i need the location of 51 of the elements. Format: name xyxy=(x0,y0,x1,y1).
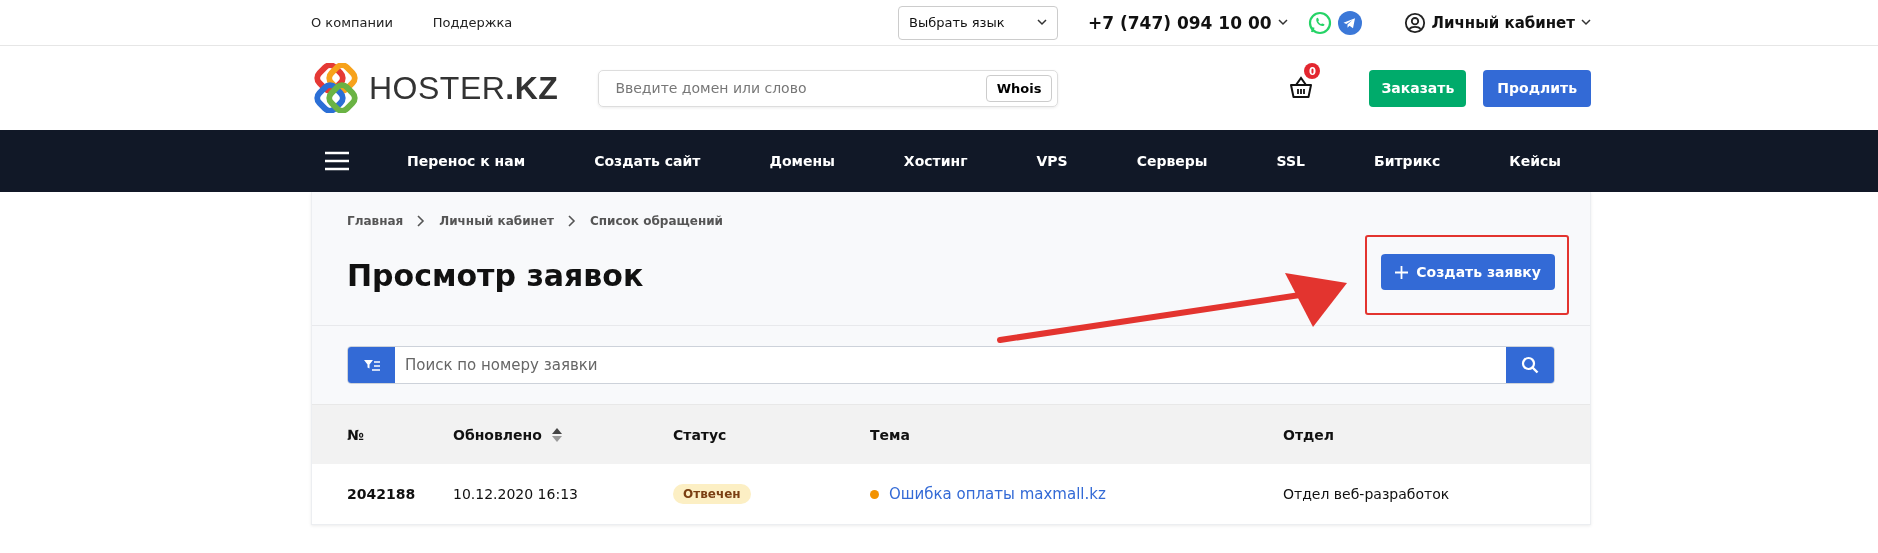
search-button[interactable] xyxy=(1506,347,1554,383)
nav-link[interactable]: Создать сайт xyxy=(594,153,701,169)
column-header: № xyxy=(347,426,364,443)
cart-count: 0 xyxy=(1304,63,1321,79)
phone-number[interactable]: +7 (747) 094 10 00 xyxy=(1087,12,1288,33)
table-cell-text: 10.12.2020 16:13 xyxy=(453,486,579,502)
nav-link[interactable]: Перенос к нам xyxy=(407,153,526,169)
table-cell-text: Отдел веб-разработок xyxy=(1283,486,1451,502)
language-select[interactable]: Выбрать язык xyxy=(897,5,1058,40)
menu-icon[interactable] xyxy=(325,151,349,171)
renew-button[interactable]: Продлить xyxy=(1483,69,1591,107)
column-header: Статус xyxy=(673,426,727,443)
breadcrumb-link[interactable]: Главная xyxy=(347,214,404,228)
table-row[interactable]: 2042188 10.12.2020 16:13 Отвечен Ошибка оплаты maxmall.kz Отдел веб-разработок xyxy=(312,464,1590,524)
chevron-icon xyxy=(417,215,426,227)
caret-icon xyxy=(1277,19,1288,26)
search-icon xyxy=(1521,356,1539,374)
nav-link[interactable]: VPS xyxy=(1036,153,1068,169)
caret-icon xyxy=(1036,19,1047,26)
create-request-button[interactable]: Создать заявку xyxy=(1381,254,1555,290)
top-link[interactable]: Поддержка xyxy=(432,15,513,30)
breadcrumb-link[interactable]: Список обращений xyxy=(590,214,723,228)
domain-input[interactable]: Введите домен или слово xyxy=(613,79,986,97)
top-link[interactable]: О компании xyxy=(311,15,393,30)
column-header: Отдел xyxy=(1283,426,1335,443)
domain-search-bar[interactable]: Введите домен или слово Whois xyxy=(598,69,1059,107)
account-menu[interactable]: Личный кабинет xyxy=(1403,11,1591,34)
sort-icon[interactable] xyxy=(551,427,562,442)
nav-link[interactable]: Серверы xyxy=(1136,153,1208,169)
plus-icon xyxy=(1395,265,1409,279)
page-title: Просмотр заявок xyxy=(347,258,644,293)
breadcrumb-link[interactable]: Личный кабинет xyxy=(439,214,554,228)
logo-icon[interactable] xyxy=(311,63,361,113)
table-cell-text: 2042188 xyxy=(347,486,417,502)
nav-link[interactable]: Хостинг xyxy=(903,153,968,169)
nav-link[interactable]: Битрикс xyxy=(1374,153,1441,169)
column-header: Тема xyxy=(870,426,910,443)
whois-button[interactable]: Whois xyxy=(985,74,1053,102)
nav-link[interactable]: Кейсы xyxy=(1509,153,1561,169)
caret-icon xyxy=(1581,19,1591,26)
column-header[interactable]: Обновлено xyxy=(453,426,562,443)
filter-button[interactable] xyxy=(348,347,395,383)
nav-link[interactable]: SSL xyxy=(1276,153,1305,169)
status-label: Отвечен xyxy=(673,484,751,504)
topic-link[interactable]: Ошибка оплаты maxmall.kz xyxy=(889,485,1106,503)
chevron-icon xyxy=(568,215,576,227)
telegram-icon[interactable] xyxy=(1337,10,1362,35)
basket-icon[interactable] xyxy=(1288,75,1315,101)
logo-text[interactable]: HOSTER.KZ xyxy=(369,69,559,107)
user-icon xyxy=(1403,11,1426,34)
nav-link[interactable]: Домены xyxy=(769,153,835,169)
